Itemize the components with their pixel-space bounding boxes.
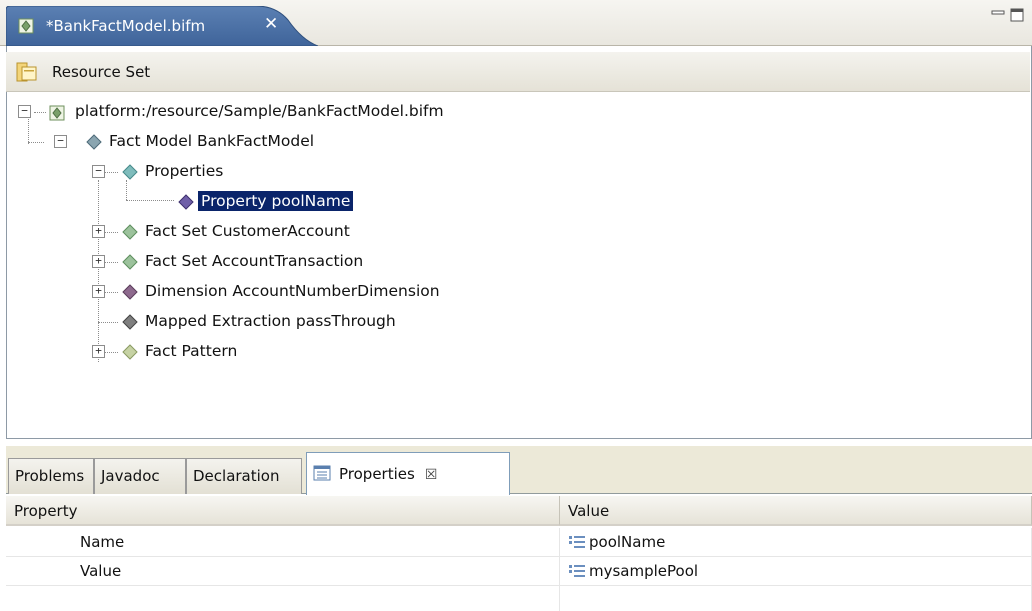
diamond-icon [122,224,138,240]
tree-node-property-poolname[interactable]: Property poolName [6,190,406,214]
properties-table: Property Value Name poolName Value mysam… [6,496,1032,611]
tree-node-label: Fact Model BankFactModel [109,132,315,150]
tab-problems[interactable]: Problems [8,458,94,494]
tree-node-label: Fact Pattern [145,342,238,360]
expand-toggle-icon[interactable]: + [92,225,105,238]
tree-node-label: Properties [145,162,224,180]
expand-toggle-icon[interactable]: + [92,285,105,298]
value-cell[interactable]: mysamplePool [560,557,1032,586]
maximize-icon[interactable] [1010,8,1024,22]
fact-model-file-icon [18,18,34,34]
tree-node-label: Fact Set CustomerAccount [145,222,350,240]
resource-set-icon [16,62,37,82]
editor-tab-bankfactmodel[interactable]: *BankFactModel.bifm ✕ [6,6,318,46]
expand-toggle-icon[interactable]: + [92,255,105,268]
diamond-icon [122,164,138,180]
tree-node-mapped-extraction-passthrough[interactable]: Mapped Extraction passThrough [6,310,466,334]
tree-node-fact-set-customeraccount[interactable]: + Fact Set CustomerAccount [6,220,426,244]
view-controls [990,7,1026,23]
expand-toggle-icon[interactable]: + [92,345,105,358]
empty-row-cell [6,586,560,611]
collapse-toggle-icon[interactable]: − [18,105,31,118]
fact-model-file-icon [49,105,65,121]
resource-set-header: Resource Set [6,52,1030,92]
tree-node-properties[interactable]: − Properties [6,160,306,184]
tree-node-fact-model[interactable]: − Fact Model BankFactModel [6,130,406,154]
resource-set-label: Resource Set [52,63,151,81]
tree-node-dimension-accountnumberdimension[interactable]: + Dimension AccountNumberDimension [6,280,486,304]
tree-node-label: Mapped Extraction passThrough [145,312,396,330]
tree-node-label: Dimension AccountNumberDimension [145,282,440,300]
diamond-icon [122,284,138,300]
collapse-toggle-icon[interactable]: − [54,135,67,148]
tab-javadoc[interactable]: Javadoc [94,458,186,494]
tab-label: Problems [15,467,85,485]
tree-node-label: Fact Set AccountTransaction [145,252,364,270]
close-icon[interactable]: ✕ [264,14,278,34]
tree-node-root-resource[interactable]: − platform:/resource/Sample/BankFactMode… [6,100,526,124]
minimize-icon[interactable] [991,10,1005,15]
close-view-icon[interactable]: ☒ [425,467,438,483]
collapse-toggle-icon[interactable]: − [92,165,105,178]
properties-view-icon [313,465,331,481]
text-value-icon [569,565,585,577]
empty-row-cell [560,586,1032,611]
editor-tab-bar: *BankFactModel.bifm ✕ [0,0,1032,46]
tab-properties[interactable]: Properties ☒ [306,452,510,495]
tree-node-fact-set-accounttransaction[interactable]: + Fact Set AccountTransaction [6,250,426,274]
property-cell: Name [6,528,560,557]
diamond-icon [122,254,138,270]
tree-node-label: Property poolName [196,190,355,212]
views-tab-bar: Problems Javadoc Declaration Properties ☒ [6,446,1032,495]
diamond-icon [86,134,102,150]
tab-label: Javadoc [101,467,160,485]
tab-label: Properties [339,465,415,483]
diamond-icon [122,344,138,360]
tab-label: Declaration [193,467,280,485]
column-header-property[interactable]: Property [6,496,560,526]
diamond-icon [178,194,194,210]
text-value-icon [569,536,585,548]
diamond-icon [122,314,138,330]
value-text: poolName [589,533,666,551]
property-cell: Value [6,557,560,586]
tree-node-label: platform:/resource/Sample/BankFactModel.… [75,102,444,120]
value-text: mysamplePool [589,562,699,580]
column-header-value[interactable]: Value [560,496,1032,526]
tab-declaration[interactable]: Declaration [186,458,302,494]
tree-node-fact-pattern[interactable]: + Fact Pattern [6,340,306,364]
value-cell[interactable]: poolName [560,528,1032,557]
editor-tab-title: *BankFactModel.bifm [46,17,206,35]
model-tree: − platform:/resource/Sample/BankFactMode… [6,96,1030,436]
